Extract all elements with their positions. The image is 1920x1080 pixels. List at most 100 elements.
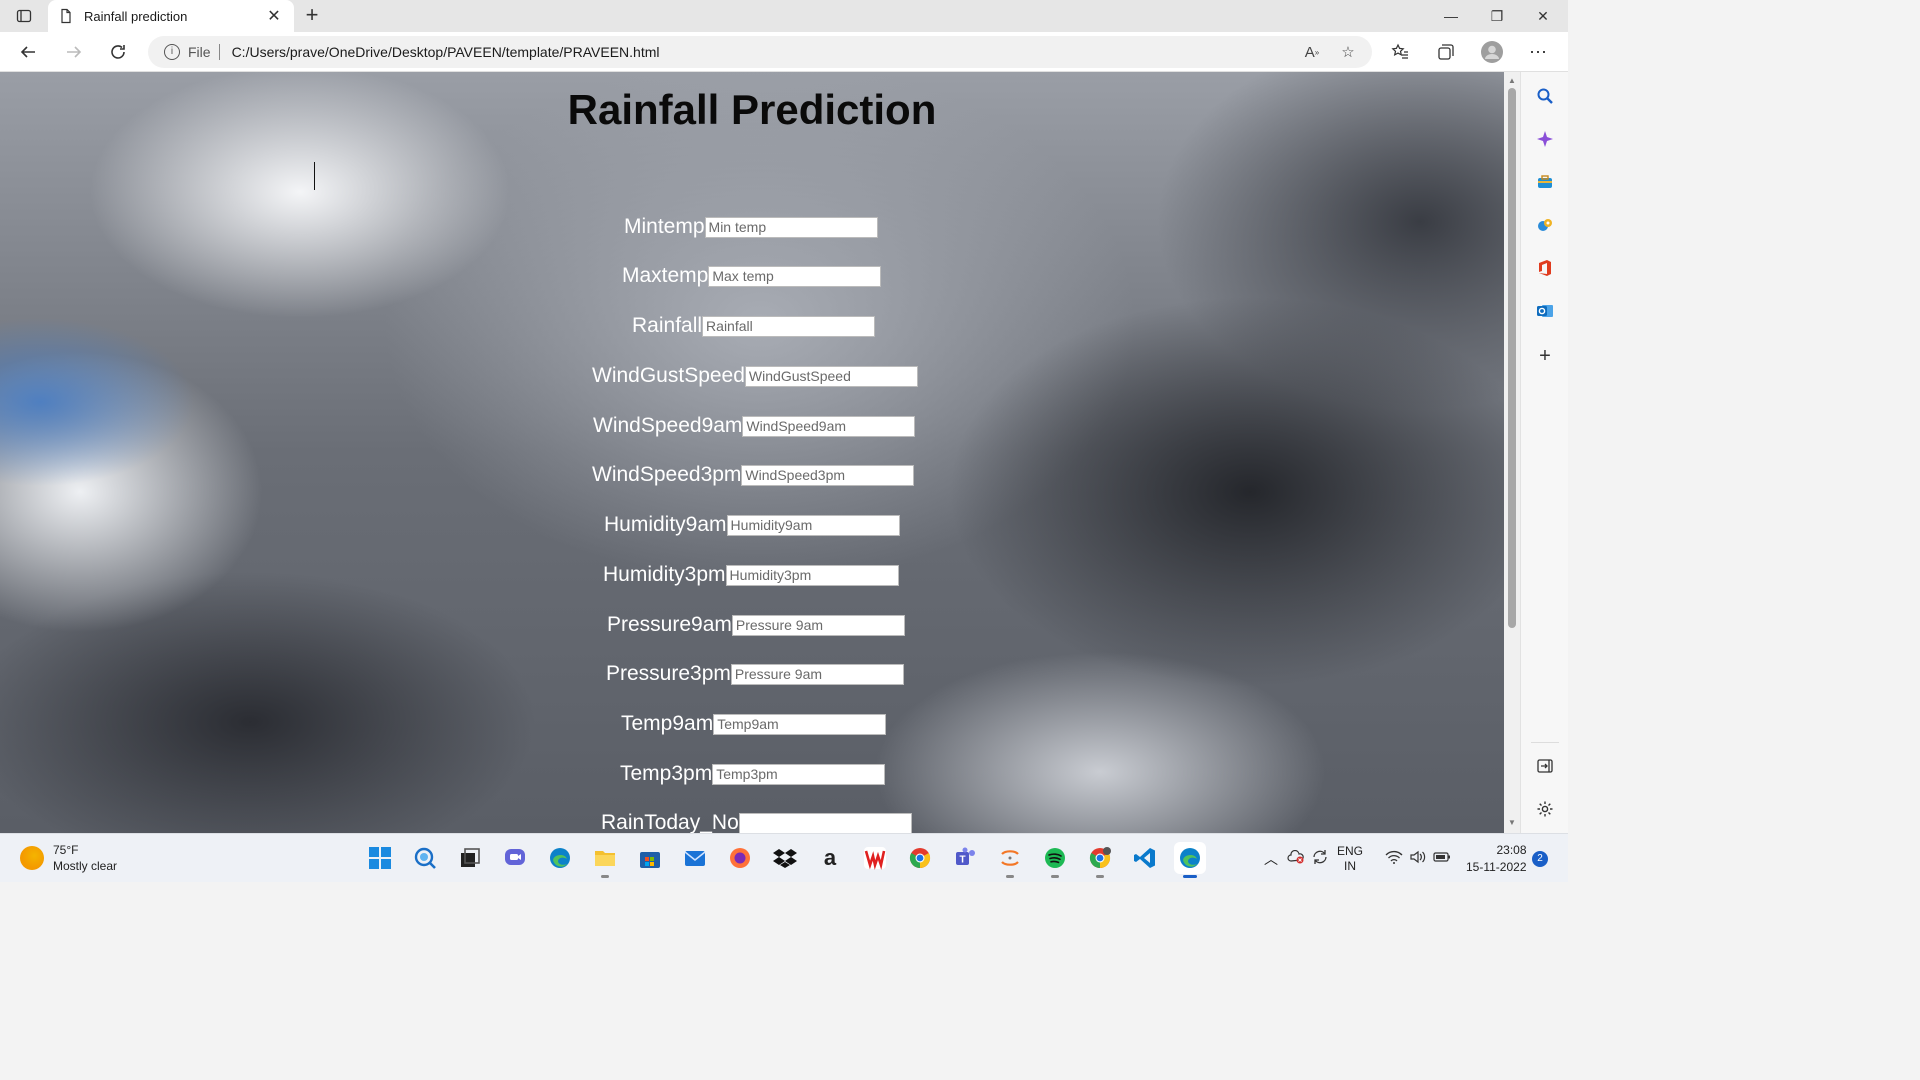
weather-widget[interactable]: 75°F Mostly clear xyxy=(20,842,117,874)
add-favorite-icon[interactable]: ☆ xyxy=(1334,36,1362,68)
windspeed9am-input[interactable] xyxy=(742,415,916,437)
field-label: Maxtemp xyxy=(622,264,709,287)
clock-date: 15-11-2022 xyxy=(1466,860,1527,874)
chevron-up-icon[interactable]: ︿ xyxy=(1262,849,1280,869)
volume-icon[interactable] xyxy=(1406,850,1430,867)
humidity3pm-input[interactable] xyxy=(725,564,899,586)
chrome-icon[interactable] xyxy=(904,842,936,874)
tab-rainfall-prediction[interactable]: Rainfall prediction ✕ xyxy=(48,0,294,32)
address-bar[interactable]: i File C:/Users/prave/OneDrive/Desktop/P… xyxy=(148,36,1372,68)
field-windspeed9am: WindSpeed9am xyxy=(593,414,916,438)
tab-actions-icon[interactable] xyxy=(10,5,38,27)
weather-moon-icon xyxy=(20,846,44,870)
pressure3pm-input[interactable] xyxy=(730,663,904,685)
task-view-icon[interactable] xyxy=(454,842,486,874)
temp3pm-input[interactable] xyxy=(712,763,886,785)
scroll-thumb[interactable] xyxy=(1508,88,1516,628)
games-icon[interactable] xyxy=(1533,213,1557,237)
field-label: Pressure9am xyxy=(607,613,732,636)
running-indicator xyxy=(1051,875,1059,878)
clock-time: 23:08 xyxy=(1496,843,1527,857)
raintoday-no-input[interactable] xyxy=(738,812,912,833)
profile-avatar[interactable] xyxy=(1478,38,1506,66)
windspeed3pm-input[interactable] xyxy=(741,464,915,486)
start-icon[interactable] xyxy=(364,842,396,874)
url-text[interactable]: C:/Users/prave/OneDrive/Desktop/PAVEEN/t… xyxy=(232,44,660,60)
search-icon[interactable] xyxy=(1533,84,1557,108)
active-indicator xyxy=(1183,875,1197,878)
chrome-profile-icon[interactable] xyxy=(1084,842,1116,878)
office-icon[interactable] xyxy=(1533,256,1557,280)
temp9am-input[interactable] xyxy=(713,713,887,735)
sync-icon[interactable] xyxy=(1308,849,1332,868)
amazon-icon[interactable]: a xyxy=(814,842,846,874)
new-tab-button[interactable]: + xyxy=(300,4,324,28)
store-icon[interactable] xyxy=(634,842,666,874)
spotify-icon[interactable] xyxy=(1039,842,1071,878)
favorites-icon[interactable] xyxy=(1386,38,1414,66)
input-language[interactable]: ENG IN xyxy=(1332,844,1368,874)
weather-temp: 75°F xyxy=(53,843,79,857)
taskbar-clock[interactable]: 23:08 15-11-2022 xyxy=(1466,842,1527,876)
firefox-icon[interactable] xyxy=(724,842,756,874)
page-viewport: Rainfall Prediction Mintemp Maxtemp Rain… xyxy=(0,72,1504,833)
field-mintemp: Mintemp xyxy=(624,215,878,239)
edge-sidebar: + xyxy=(1520,72,1568,833)
dropbox-icon[interactable] xyxy=(769,842,801,874)
info-icon[interactable]: i xyxy=(164,44,180,60)
mintemp-input[interactable] xyxy=(704,216,878,238)
more-options-icon[interactable]: ⋯ xyxy=(1524,38,1552,66)
onedrive-error-icon[interactable] xyxy=(1284,849,1308,867)
teams-icon[interactable]: T xyxy=(949,842,981,874)
search-icon[interactable] xyxy=(409,842,441,874)
field-label: Temp3pm xyxy=(620,762,713,785)
edge-active-icon[interactable] xyxy=(1174,842,1206,878)
vscode-icon[interactable] xyxy=(1129,842,1161,874)
forward-icon[interactable] xyxy=(60,38,88,66)
wps-icon[interactable] xyxy=(859,842,891,874)
field-rainfall: Rainfall xyxy=(632,314,876,338)
collections-icon[interactable] xyxy=(1432,38,1460,66)
minimize-button[interactable]: — xyxy=(1428,0,1474,32)
field-temp9am: Temp9am xyxy=(621,712,887,736)
rainfall-input[interactable] xyxy=(702,315,876,337)
field-label: Humidity9am xyxy=(604,513,727,536)
running-indicator xyxy=(1006,875,1014,878)
system-tray: ︿ ENG IN xyxy=(1262,834,1454,883)
field-label: WindSpeed9am xyxy=(593,414,743,437)
scheme-label: File xyxy=(188,44,211,60)
scroll-up-icon[interactable]: ▲ xyxy=(1507,76,1517,86)
tab-title: Rainfall prediction xyxy=(84,8,188,24)
tools-icon[interactable] xyxy=(1533,170,1557,194)
close-tab-icon[interactable]: ✕ xyxy=(264,6,284,26)
back-icon[interactable] xyxy=(14,38,42,66)
field-label: Rainfall xyxy=(632,314,703,337)
jupyter-icon[interactable] xyxy=(994,842,1026,878)
maxtemp-input[interactable] xyxy=(708,265,882,287)
field-pressure3pm: Pressure3pm xyxy=(606,662,904,686)
split-screen-icon[interactable] xyxy=(1533,754,1557,778)
settings-icon[interactable] xyxy=(1533,797,1557,821)
outlook-icon[interactable] xyxy=(1533,299,1557,323)
close-window-button[interactable]: ✕ xyxy=(1520,0,1566,32)
wifi-icon[interactable] xyxy=(1382,850,1406,867)
file-explorer-icon[interactable] xyxy=(589,842,621,878)
windgustspeed-input[interactable] xyxy=(744,365,918,387)
field-label: Humidity3pm xyxy=(603,563,726,586)
add-icon[interactable]: + xyxy=(1533,344,1557,368)
read-aloud-icon[interactable]: A» xyxy=(1298,36,1326,68)
page-scrollbar[interactable]: ▲ ▼ xyxy=(1504,72,1520,833)
language-code: ENG xyxy=(1336,843,1363,858)
notification-badge[interactable]: 2 xyxy=(1532,851,1548,867)
restore-button[interactable]: ❐ xyxy=(1474,0,1520,32)
windows-taskbar: 75°F Mostly clear a T ︿ ENG IN 23:08 15-… xyxy=(0,833,1568,882)
refresh-icon[interactable] xyxy=(104,38,132,66)
mail-icon[interactable] xyxy=(679,842,711,874)
pressure9am-input[interactable] xyxy=(731,614,905,636)
scroll-down-icon[interactable]: ▼ xyxy=(1507,818,1517,828)
teams-chat-icon[interactable] xyxy=(499,842,531,874)
copilot-icon[interactable] xyxy=(1533,127,1557,151)
edge-icon[interactable] xyxy=(544,842,576,874)
battery-icon[interactable] xyxy=(1430,851,1454,866)
humidity9am-input[interactable] xyxy=(726,514,900,536)
